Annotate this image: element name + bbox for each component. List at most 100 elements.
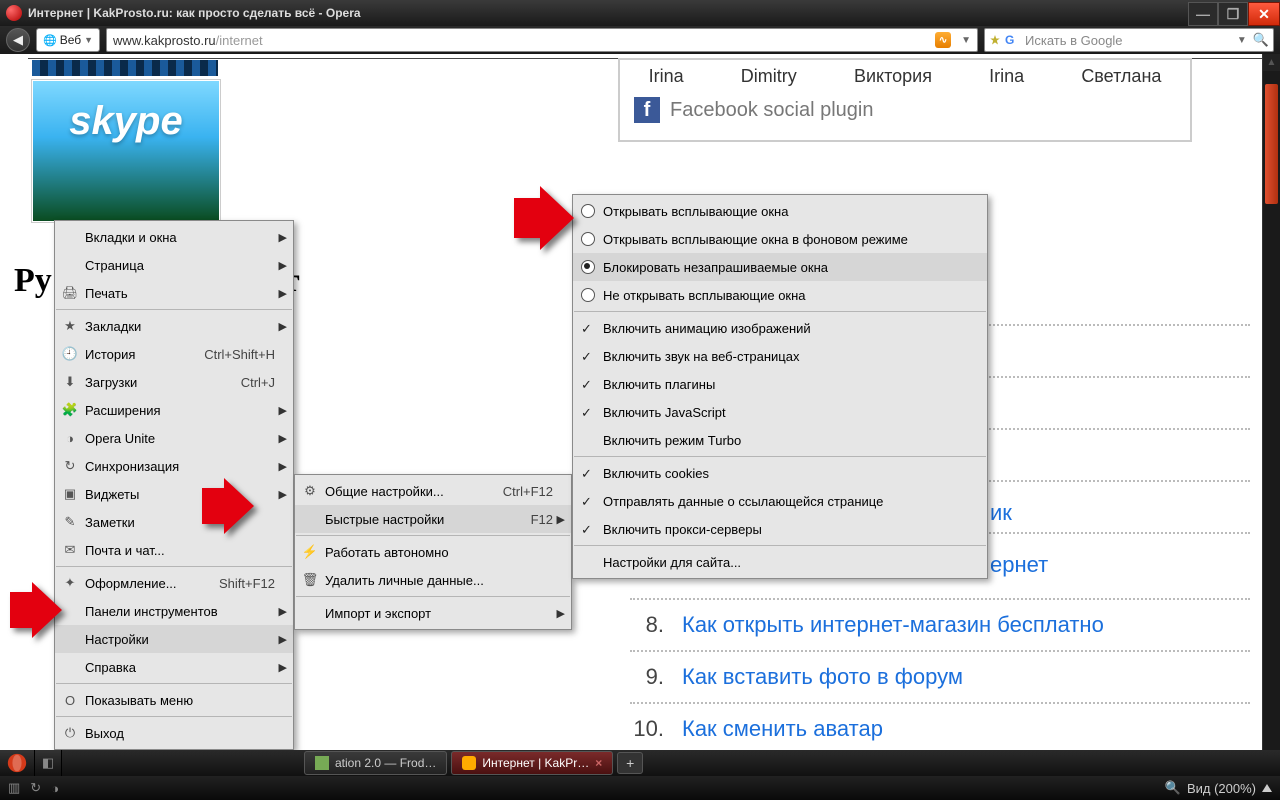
menu-item-widgets[interactable]: ▣Виджеты▶ <box>55 480 293 508</box>
close-button[interactable]: ✕ <box>1248 2 1280 26</box>
rss-icon[interactable]: ∿ <box>935 32 951 48</box>
list-link[interactable]: Как открыть интернет-магазин бесплатно <box>682 612 1104 638</box>
tab-label: ation 2.0 — Frod… <box>335 756 436 770</box>
radio-icon <box>581 260 595 274</box>
check-icon: ✓ <box>581 321 595 335</box>
list-link[interactable]: Как вставить фото в форум <box>682 664 963 690</box>
search-go-icon[interactable]: 🔍 <box>1253 32 1269 48</box>
menu-item-cookies[interactable]: ✓Включить cookies <box>573 459 987 487</box>
menu-item-exit[interactable]: ⏻Выход <box>55 719 293 747</box>
menu-item-toolbars[interactable]: Панели инструментов▶ <box>55 597 293 625</box>
chevron-down-icon[interactable]: ▼ <box>1237 35 1247 46</box>
menu-item-p_block[interactable]: Блокировать незапрашиваемые окна <box>573 253 987 281</box>
menu-item-tabs[interactable]: Вкладки и окна▶ <box>55 223 293 251</box>
new-tab-button[interactable]: + <box>617 752 643 774</box>
menu-item-settings[interactable]: Настройки▶ <box>55 625 293 653</box>
menu-item-print[interactable]: 🖨Печать▶ <box>55 279 293 307</box>
menu-item-notes[interactable]: ✎Заметки <box>55 508 293 536</box>
menu-item-help[interactable]: Справка▶ <box>55 653 293 681</box>
skype-thumbnail[interactable]: skype <box>32 80 220 222</box>
menu-item-general[interactable]: ⚙Общие настройки...Ctrl+F12 <box>295 477 571 505</box>
divider-dotted <box>630 702 1250 704</box>
menu-item-mail[interactable]: ✉Почта и чат... <box>55 536 293 564</box>
chevron-down-icon[interactable]: ▼ <box>961 35 971 46</box>
menu-item-showmenu[interactable]: OПоказывать меню <box>55 686 293 714</box>
menu-item-quick[interactable]: Быстрые настройкиF12▶ <box>295 505 571 533</box>
opera-menu-button[interactable] <box>0 750 35 776</box>
menu-item-bookmarks[interactable]: ★Закладки▶ <box>55 312 293 340</box>
thumbnail-strip <box>32 60 218 76</box>
widgets-icon: ▣ <box>61 485 79 503</box>
vertical-scrollbar[interactable]: ▲ ▼ <box>1262 54 1280 776</box>
menu-item-p_none[interactable]: Не открывать всплывающие окна <box>573 281 987 309</box>
fb-name: Светлана <box>1081 66 1161 87</box>
menu-item-label: Быстрые настройки <box>325 512 444 527</box>
back-button[interactable]: ◀ <box>6 28 30 52</box>
list-link[interactable]: Как сменить аватар <box>682 716 883 742</box>
search-scope-chip[interactable]: 🌐 Веб ▼ <box>36 28 100 52</box>
menu-separator <box>56 566 292 567</box>
menu-item-plugins[interactable]: ✓Включить плагины <box>573 370 987 398</box>
menu-item-label: Настройки для сайта... <box>603 555 741 570</box>
skype-logo-text: skype <box>69 99 182 144</box>
tab[interactable]: ation 2.0 — Frod… <box>304 751 447 775</box>
submenu-arrow-icon: ▶ <box>279 460 287 473</box>
shortcut-label: Ctrl+F12 <box>479 484 553 499</box>
menu-item-clear[interactable]: 🗑Удалить личные данные... <box>295 566 571 594</box>
submenu-arrow-icon: ▶ <box>279 287 287 300</box>
menu-item-label: Почта и чат... <box>85 543 165 558</box>
radio-icon <box>581 204 595 218</box>
unite-icon[interactable]: ◑ <box>51 781 59 796</box>
panel-icon[interactable]: ▥ <box>8 780 20 796</box>
menu-item-sound[interactable]: ✓Включить звук на веб-страницах <box>573 342 987 370</box>
facebook-icon[interactable]: f <box>634 97 660 123</box>
search-field[interactable]: G Искать в Google ▼ 🔍 <box>984 28 1274 52</box>
tab-label: Интернет | KakPr… <box>482 756 589 770</box>
menu-item-label: Импорт и экспорт <box>325 606 431 621</box>
menu-item-site[interactable]: Настройки для сайта... <box>573 548 987 576</box>
star-icon[interactable] <box>989 34 1001 46</box>
fb-name: Виктория <box>854 66 932 87</box>
scroll-thumb[interactable] <box>1265 84 1278 204</box>
menu-item-label: Удалить личные данные... <box>325 573 484 588</box>
menu-item-p_bg[interactable]: Открывать всплывающие окна в фоновом реж… <box>573 225 987 253</box>
url-field[interactable]: www.kakprosto.ru/internet ∿ ▼ <box>106 28 978 52</box>
menu-item-downloads[interactable]: ⬇ЗагрузкиCtrl+J <box>55 368 293 396</box>
sync-icon[interactable]: ↻ <box>30 780 41 796</box>
titlebar: Интернет | KakProsto.ru: как просто сдел… <box>0 0 1280 26</box>
list-link[interactable]: ернет <box>990 552 1048 578</box>
tab-active[interactable]: Интернет | KakPr… × <box>451 751 613 775</box>
list-number: 8. <box>630 612 664 638</box>
zoom-control[interactable]: 🔍 Вид (200%) <box>1165 780 1272 796</box>
menu-item-unite[interactable]: ◑Opera Unite▶ <box>55 424 293 452</box>
quick-settings-submenu: Открывать всплывающие окнаОткрывать вспл… <box>572 194 988 579</box>
fb-name: Irina <box>989 66 1024 87</box>
menu-item-extensions[interactable]: 🧩Расширения▶ <box>55 396 293 424</box>
panel-toggle[interactable]: ◧ <box>35 750 62 776</box>
menu-item-proxy[interactable]: ✓Включить прокси-серверы <box>573 515 987 543</box>
list-link[interactable]: ик <box>990 500 1012 526</box>
chevron-up-icon[interactable] <box>1262 784 1272 792</box>
menu-item-referer[interactable]: ✓Отправлять данные о ссылающейся страниц… <box>573 487 987 515</box>
menu-item-page[interactable]: Страница▶ <box>55 251 293 279</box>
maximize-button[interactable]: ❐ <box>1218 2 1248 26</box>
menu-item-import[interactable]: Импорт и экспорт▶ <box>295 599 571 627</box>
menu-item-sync[interactable]: ↻Синхронизация▶ <box>55 452 293 480</box>
menu-item-p_open[interactable]: Открывать всплывающие окна <box>573 197 987 225</box>
menu-item-offline[interactable]: ⚡Работать автономно <box>295 538 571 566</box>
exit-icon: ⏻ <box>61 724 79 742</box>
menu-item-anim[interactable]: ✓Включить анимацию изображений <box>573 314 987 342</box>
list-item: 8. Как открыть интернет-магазин бесплатн… <box>630 612 1104 638</box>
menu-item-label: Включить JavaScript <box>603 405 726 420</box>
close-tab-icon[interactable]: × <box>595 756 602 770</box>
scroll-up-icon[interactable]: ▲ <box>1263 54 1280 71</box>
menu-item-js[interactable]: ✓Включить JavaScript <box>573 398 987 426</box>
menu-item-label: Включить плагины <box>603 377 715 392</box>
menu-item-label: Отправлять данные о ссылающейся странице <box>603 494 883 509</box>
menu-item-skin[interactable]: ✦Оформление...Shift+F12 <box>55 569 293 597</box>
minimize-button[interactable]: — <box>1188 2 1218 26</box>
radio-icon <box>581 232 595 246</box>
menu-item-history[interactable]: 🕘ИсторияCtrl+Shift+H <box>55 340 293 368</box>
menu-item-turbo[interactable]: Включить режим Turbo <box>573 426 987 454</box>
chevron-down-icon: ▼ <box>84 35 93 45</box>
